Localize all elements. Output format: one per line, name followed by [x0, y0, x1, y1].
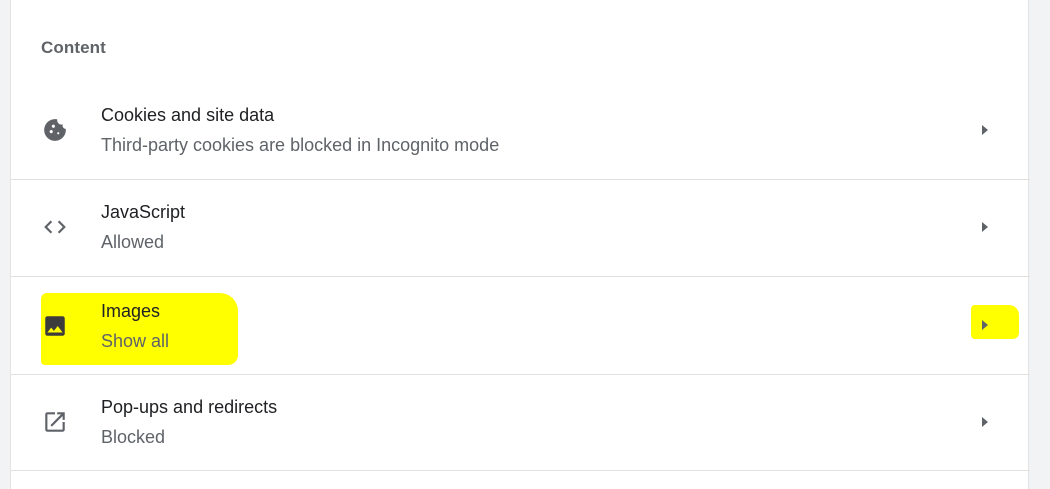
settings-row-popups[interactable]: Pop-ups and redirects Blocked [11, 374, 1030, 471]
highlight-marker [219, 323, 223, 337]
row-subtitle: Blocked [101, 427, 166, 447]
image-icon [41, 312, 69, 340]
row-title: JavaScript [101, 202, 186, 222]
row-text: JavaScript Allowed [101, 200, 185, 254]
code-icon [41, 213, 69, 241]
chevron-right-icon[interactable] [975, 412, 995, 432]
row-subtitle: Allowed [101, 232, 165, 252]
section-title: Content [41, 38, 106, 57]
row-title: Images [101, 301, 161, 321]
open-in-new-icon [41, 408, 69, 436]
settings-row-javascript[interactable]: JavaScript Allowed [11, 179, 1030, 276]
chevron-right-icon[interactable] [975, 120, 995, 140]
settings-card: Content Cookies and site data Third-part… [10, 0, 1030, 489]
row-title: Cookies and site data [101, 105, 275, 125]
chevron-right-icon[interactable] [975, 217, 995, 237]
chevron-right-icon[interactable] [975, 315, 995, 335]
divider [11, 470, 1030, 471]
row-text: Cookies and site data Third-party cookie… [101, 103, 499, 157]
row-text: Pop-ups and redirects Blocked [101, 395, 277, 449]
row-title: Pop-ups and redirects [101, 397, 278, 417]
settings-row-cookies[interactable]: Cookies and site data Third-party cookie… [11, 82, 1030, 179]
row-text: Images Show all [101, 299, 169, 353]
settings-row-images[interactable]: Images Show all [11, 276, 1030, 373]
cookie-icon [41, 116, 69, 144]
row-subtitle: Show all [101, 331, 170, 351]
row-subtitle: Third-party cookies are blocked in Incog… [101, 135, 500, 155]
